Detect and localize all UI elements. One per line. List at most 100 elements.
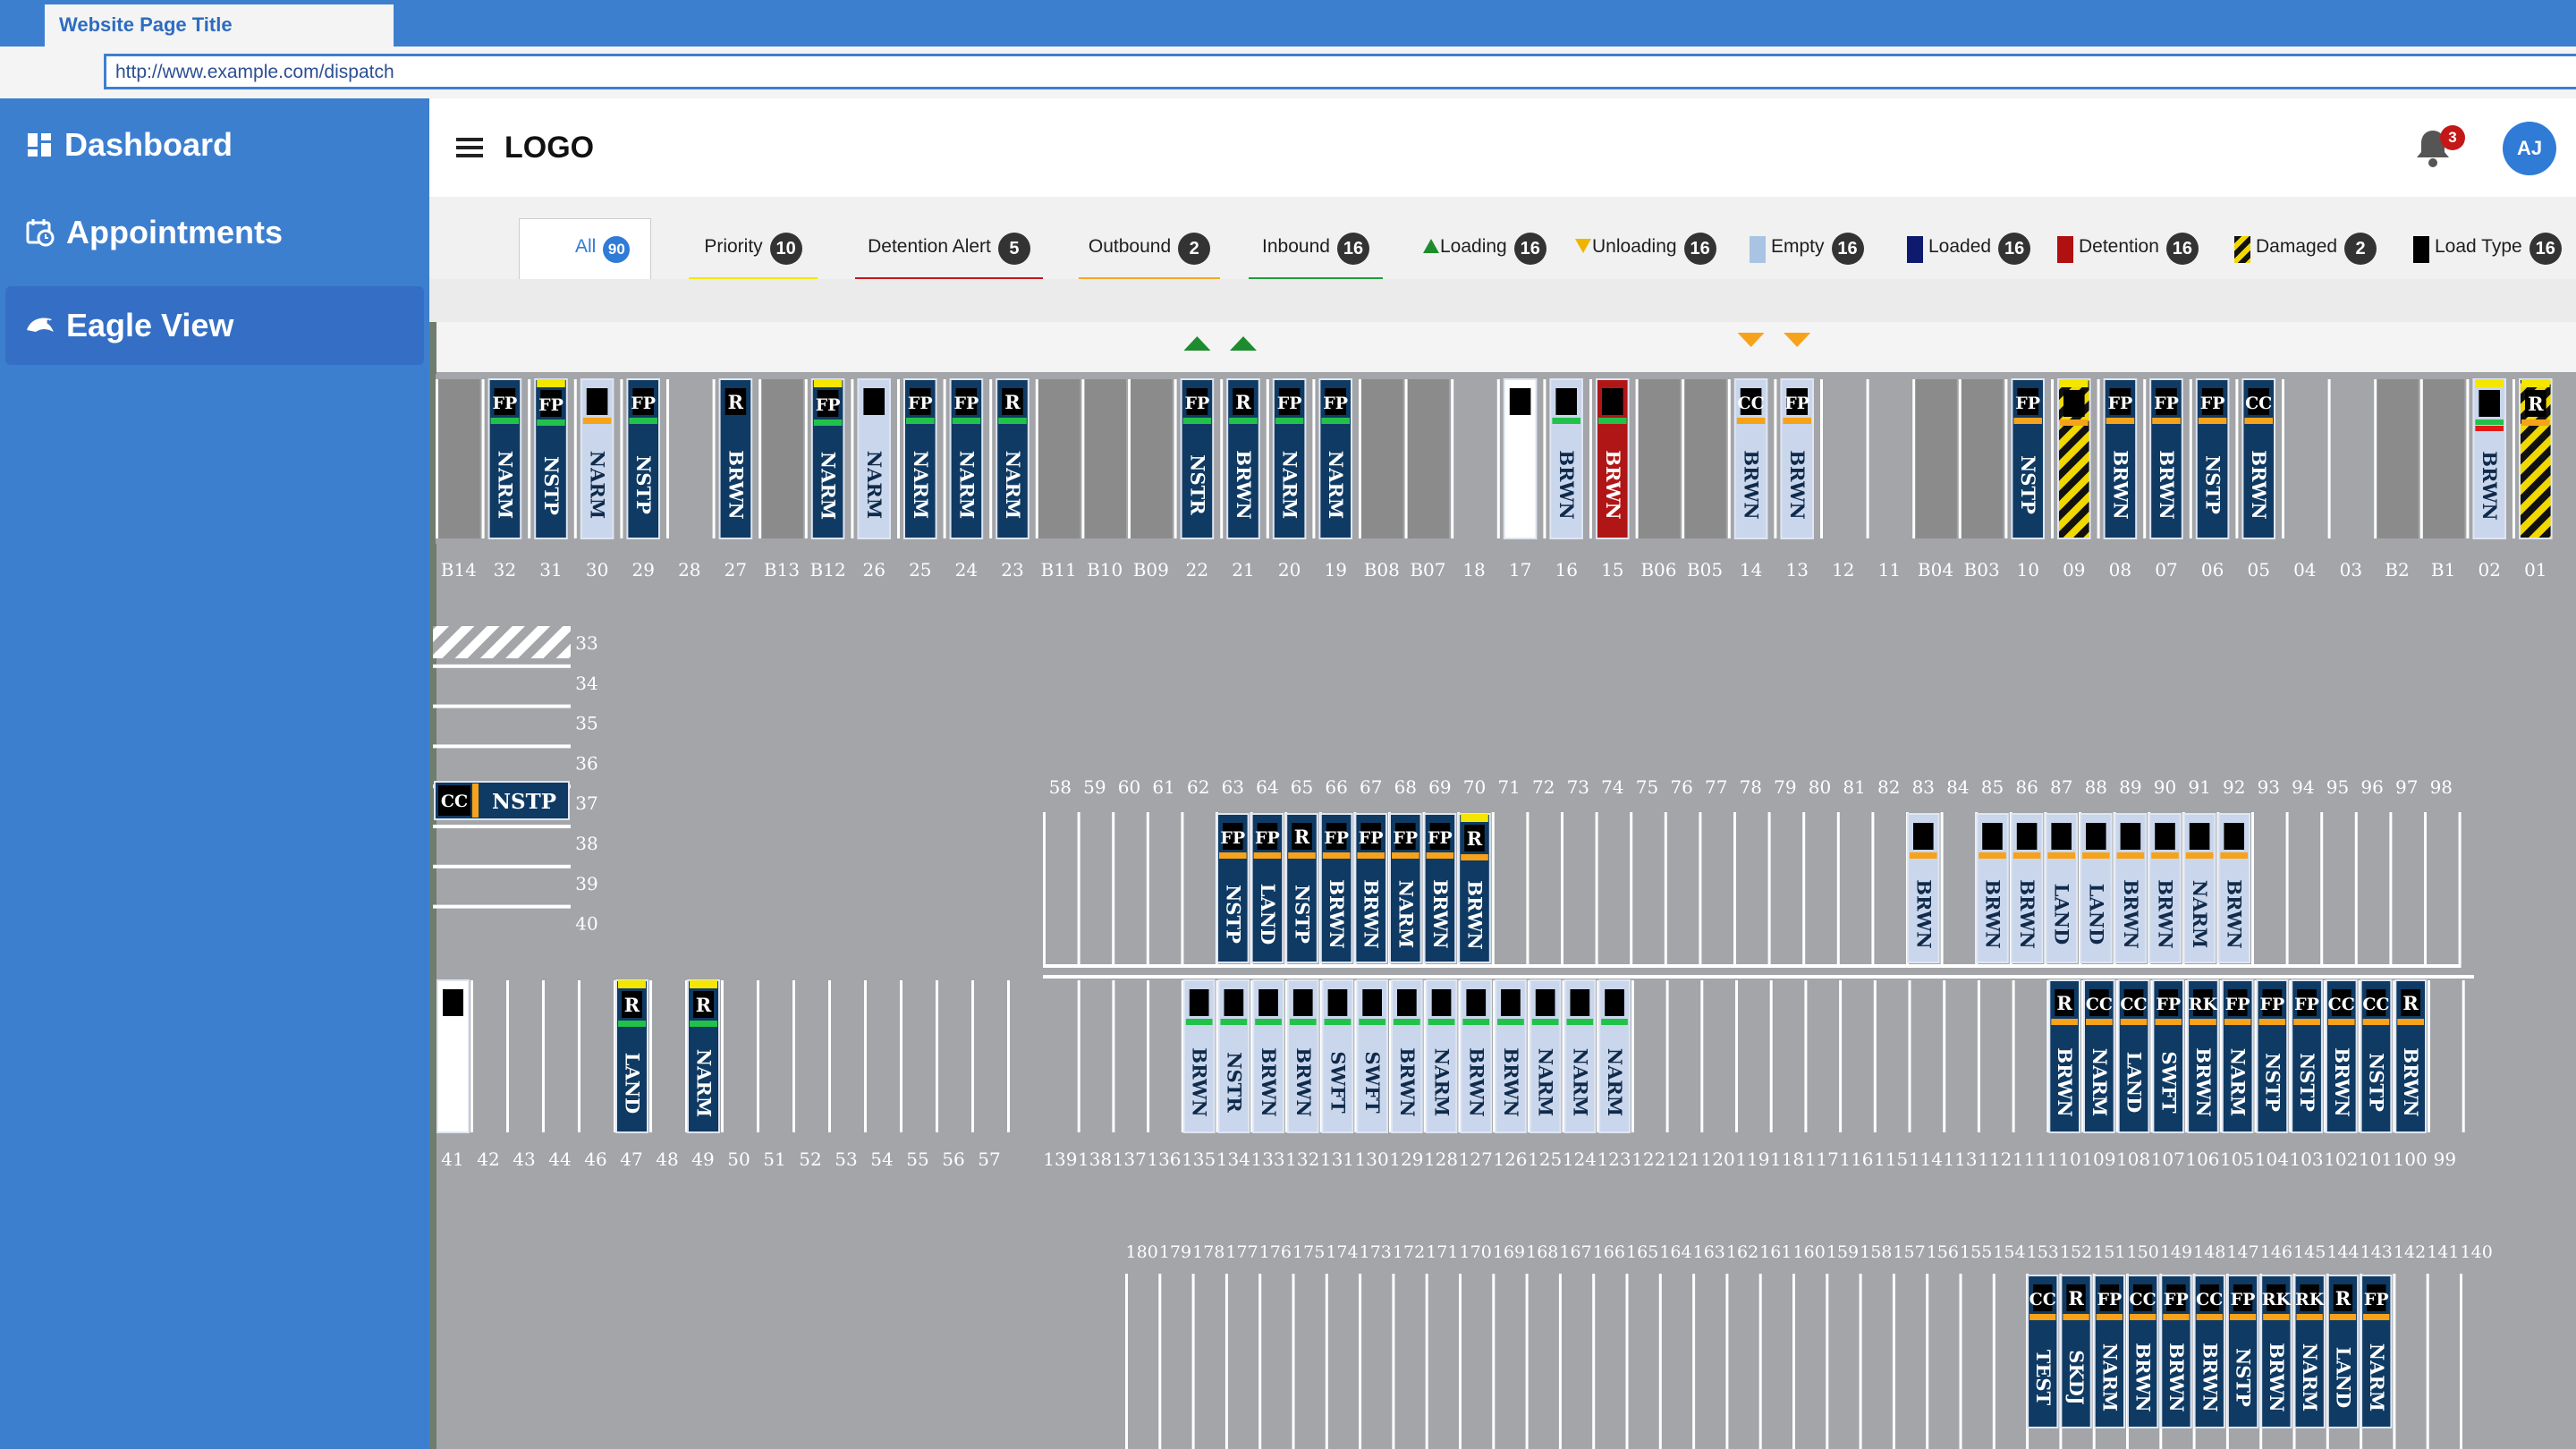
- spot-91-trailer[interactable]: NARM: [2182, 813, 2216, 963]
- door-number: 12: [1832, 559, 1854, 580]
- door-05-trailer[interactable]: CC BRWN: [2241, 378, 2275, 539]
- spot-130-trailer[interactable]: SWFT: [1356, 979, 1389, 1133]
- spot-134-trailer[interactable]: NSTR: [1217, 979, 1250, 1133]
- spot-37-trailer[interactable]: CC NSTP: [434, 781, 570, 820]
- carrier-label: BRWN: [1429, 879, 1452, 949]
- spot-109-trailer[interactable]: CC NARM: [2083, 979, 2115, 1133]
- spot-92-trailer[interactable]: BRWN: [2217, 813, 2250, 963]
- door-23-trailer[interactable]: R NARM: [996, 378, 1030, 539]
- spot-number: 44: [548, 1148, 571, 1170]
- spot-153-trailer[interactable]: CC TEST: [2027, 1275, 2059, 1428]
- spot-49-trailer[interactable]: R NARM: [687, 979, 720, 1133]
- spot-100-trailer[interactable]: R BRWN: [2394, 979, 2428, 1133]
- spot-105-trailer[interactable]: FP NARM: [2221, 979, 2254, 1133]
- spot-41-trailer[interactable]: [436, 979, 470, 1133]
- spot-104-trailer[interactable]: FP NSTP: [2256, 979, 2289, 1133]
- door-15-trailer[interactable]: BRWN: [1596, 378, 1630, 539]
- spot-68-trailer[interactable]: FP NARM: [1389, 813, 1422, 963]
- door-24-trailer[interactable]: FP NARM: [949, 378, 984, 539]
- spot-125-trailer[interactable]: NARM: [1529, 979, 1562, 1133]
- spot-66-trailer[interactable]: FP BRWN: [1319, 813, 1353, 963]
- door-31-trailer[interactable]: FP NSTP: [534, 378, 568, 539]
- spot-127-trailer[interactable]: BRWN: [1460, 979, 1493, 1133]
- door-07-trailer[interactable]: FP BRWN: [2149, 378, 2183, 539]
- spot-152-trailer[interactable]: R SKDJ: [2060, 1275, 2092, 1428]
- spot-107-trailer[interactable]: FP SWFT: [2152, 979, 2185, 1133]
- spot-88-trailer[interactable]: LAND: [2080, 813, 2113, 963]
- spot-70-trailer[interactable]: R BRWN: [1458, 813, 1491, 963]
- door-number: B06: [1640, 559, 1676, 580]
- spot-110-trailer[interactable]: R BRWN: [2048, 979, 2081, 1133]
- spot-90-trailer[interactable]: BRWN: [2148, 813, 2182, 963]
- door-09-trailer[interactable]: [2057, 378, 2091, 539]
- spot-101-trailer[interactable]: CC NSTP: [2360, 979, 2393, 1133]
- spot-148-trailer[interactable]: CC BRWN: [2193, 1275, 2225, 1428]
- door-16-trailer[interactable]: BRWN: [1549, 378, 1584, 539]
- door-01-trailer[interactable]: R: [2519, 378, 2553, 539]
- spot-103-trailer[interactable]: FP NSTP: [2291, 979, 2323, 1133]
- spot-150-trailer[interactable]: CC BRWN: [2127, 1275, 2159, 1428]
- spot-85-trailer[interactable]: BRWN: [1976, 813, 2009, 963]
- spot-132-trailer[interactable]: BRWN: [1286, 979, 1319, 1133]
- spot-129-trailer[interactable]: BRWN: [1391, 979, 1423, 1133]
- spot-87-trailer[interactable]: LAND: [2045, 813, 2078, 963]
- door-29-trailer[interactable]: FP NSTP: [626, 378, 661, 539]
- load-type-label: CC: [2120, 995, 2147, 1014]
- status-bar: [952, 418, 981, 424]
- door-13-trailer[interactable]: FP BRWN: [1780, 378, 1815, 539]
- spot-number: 151: [2093, 1242, 2125, 1262]
- door-20-trailer[interactable]: FP NARM: [1272, 378, 1307, 539]
- carrier-label: NSTP: [1292, 885, 1314, 944]
- spot-102-trailer[interactable]: CC BRWN: [2325, 979, 2358, 1133]
- spot-108-trailer[interactable]: CC LAND: [2117, 979, 2150, 1133]
- spot-144-trailer[interactable]: R LAND: [2326, 1275, 2360, 1428]
- spot-number: 104: [2255, 1148, 2289, 1170]
- door-number: 01: [2524, 559, 2546, 580]
- door-10-trailer[interactable]: FP NSTP: [2011, 378, 2045, 539]
- spot-65-trailer[interactable]: R NSTP: [1285, 813, 1318, 963]
- spot-133-trailer[interactable]: BRWN: [1252, 979, 1284, 1133]
- spot-145-trailer[interactable]: RK NARM: [2293, 1275, 2326, 1428]
- spot-67-trailer[interactable]: FP BRWN: [1354, 813, 1388, 963]
- spot-126-trailer[interactable]: BRWN: [1495, 979, 1527, 1133]
- spot-83-trailer[interactable]: BRWN: [1907, 813, 1940, 963]
- spot-89-trailer[interactable]: BRWN: [2114, 813, 2148, 963]
- door-21-trailer[interactable]: R BRWN: [1226, 378, 1260, 539]
- spot-line: [1892, 1274, 1895, 1449]
- status-bar: [2190, 1019, 2216, 1025]
- spot-131-trailer[interactable]: SWFT: [1321, 979, 1354, 1133]
- spot-64-trailer[interactable]: FP LAND: [1250, 813, 1284, 963]
- spot-63-trailer[interactable]: FP NSTP: [1216, 813, 1250, 963]
- door-06-trailer[interactable]: FP NSTP: [2195, 378, 2230, 539]
- load-type-label: R: [2056, 992, 2072, 1014]
- door-32-trailer[interactable]: FP NARM: [487, 378, 522, 539]
- spot-147-trailer[interactable]: FP NSTP: [2226, 1275, 2259, 1428]
- spot-151-trailer[interactable]: FP NARM: [2093, 1275, 2125, 1428]
- door-19-trailer[interactable]: FP NARM: [1318, 378, 1353, 539]
- spot-line: [1359, 1274, 1362, 1449]
- spot-146-trailer[interactable]: RK BRWN: [2260, 1275, 2292, 1428]
- door-22-trailer[interactable]: FP NSTR: [1180, 378, 1215, 539]
- door-30-trailer[interactable]: NARM: [580, 378, 614, 539]
- door-17-trailer[interactable]: [1503, 378, 1538, 539]
- spot-47-trailer[interactable]: R LAND: [615, 979, 648, 1133]
- door-08-trailer[interactable]: FP BRWN: [2103, 378, 2138, 539]
- spot-128-trailer[interactable]: NARM: [1425, 979, 1458, 1133]
- door-25-trailer[interactable]: FP NARM: [903, 378, 937, 539]
- spot-135-trailer[interactable]: BRWN: [1182, 979, 1216, 1133]
- spot-106-trailer[interactable]: RK BRWN: [2187, 979, 2219, 1133]
- spot-143-trailer[interactable]: FP NARM: [2360, 1275, 2393, 1428]
- spot-number: 89: [2119, 776, 2141, 798]
- hatched-area: [433, 626, 571, 658]
- door-14-trailer[interactable]: CC BRWN: [1733, 378, 1768, 539]
- door-02-trailer[interactable]: BRWN: [2472, 378, 2506, 539]
- spot-123-trailer[interactable]: NARM: [1598, 979, 1631, 1133]
- spot-86-trailer[interactable]: BRWN: [2010, 813, 2044, 963]
- spot-149-trailer[interactable]: FP BRWN: [2160, 1275, 2192, 1428]
- load-type-box: [2051, 823, 2072, 850]
- door-26-trailer[interactable]: NARM: [857, 378, 892, 539]
- spot-69-trailer[interactable]: FP BRWN: [1423, 813, 1457, 963]
- door-B12-trailer[interactable]: FP NARM: [810, 378, 845, 539]
- door-27-trailer[interactable]: R BRWN: [718, 378, 753, 539]
- spot-124-trailer[interactable]: NARM: [1563, 979, 1597, 1133]
